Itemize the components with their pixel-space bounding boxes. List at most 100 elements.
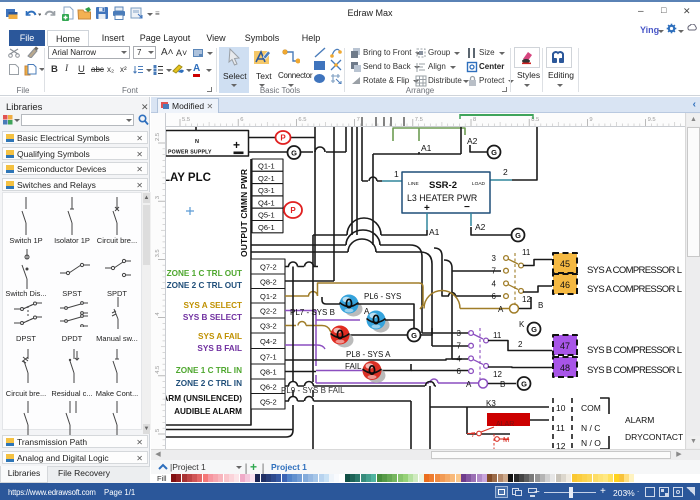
svg-text:11: 11 [522, 248, 531, 257]
svg-text:ARM (UNSILENCED): ARM (UNSILENCED) [166, 394, 242, 403]
svg-text:Q4-1: Q4-1 [258, 198, 275, 207]
svg-text:Q5-2: Q5-2 [260, 397, 277, 406]
svg-text:POWER SUPPLY: POWER SUPPLY [168, 150, 212, 156]
svg-text:8: 8 [473, 117, 476, 123]
svg-text:N / O: N / O [581, 438, 601, 448]
svg-text:LINE: LINE [408, 181, 419, 187]
svg-text:G: G [521, 380, 527, 389]
svg-text:Q3-1: Q3-1 [258, 186, 275, 195]
svg-text:DRYCONTACT: DRYCONTACT [625, 432, 683, 442]
svg-text:47: 47 [560, 341, 570, 351]
svg-text:G: G [411, 331, 417, 340]
svg-text:3: 3 [155, 196, 161, 199]
svg-text:7: 7 [357, 117, 360, 123]
svg-text:5: 5 [155, 429, 161, 432]
svg-text:SYS B COMPRESSOR L: SYS B COMPRESSOR L [587, 365, 682, 376]
svg-text:A1: A1 [429, 227, 440, 237]
svg-text:6: 6 [457, 367, 462, 376]
svg-text:ZONE 2 C TRL OUT: ZONE 2 C TRL OUT [167, 281, 242, 290]
svg-text:12: 12 [522, 295, 531, 304]
svg-text:4: 4 [492, 279, 497, 288]
svg-text:Q1-1: Q1-1 [258, 162, 275, 171]
svg-text:SYS A FAIL: SYS A FAIL [198, 332, 242, 341]
svg-text:7.5: 7.5 [415, 117, 423, 123]
svg-text:SYS A SELECT: SYS A SELECT [183, 301, 242, 310]
svg-text:−: − [464, 202, 470, 213]
svg-text:N: N [195, 139, 199, 145]
svg-text:SYS A COMPRESSOR L: SYS A COMPRESSOR L [587, 284, 682, 295]
svg-text:Q6-1: Q6-1 [258, 223, 275, 232]
svg-text:7: 7 [492, 267, 497, 276]
svg-text:G: G [291, 149, 297, 158]
svg-text:12: 12 [556, 441, 566, 449]
svg-text:SYS A COMPRESSOR L: SYS A COMPRESSOR L [587, 265, 682, 276]
svg-text:N / C: N / C [581, 423, 600, 433]
svg-text:PL6 - SYS: PL6 - SYS [364, 292, 401, 301]
svg-text:10: 10 [556, 403, 566, 413]
svg-text:Q2-1: Q2-1 [258, 174, 275, 183]
svg-text:LOAD: LOAD [472, 181, 486, 187]
svg-text:K: K [519, 320, 525, 329]
svg-text:Q8-1: Q8-1 [260, 368, 277, 377]
svg-text:7: 7 [457, 342, 462, 351]
svg-text:3: 3 [492, 254, 497, 263]
svg-text:11: 11 [493, 331, 502, 340]
svg-text:A: A [466, 380, 472, 389]
svg-text:6.5: 6.5 [298, 117, 306, 123]
svg-text:G: G [531, 325, 537, 334]
svg-text:4: 4 [457, 354, 462, 363]
svg-text:AUDIBLE ALARM: AUDIBLE ALARM [174, 407, 242, 416]
svg-text:A2: A2 [467, 136, 478, 146]
svg-text:G: G [515, 231, 521, 240]
svg-text:OUTPUT CMMN PWR: OUTPUT CMMN PWR [239, 169, 249, 257]
svg-text:11: 11 [556, 423, 565, 433]
svg-text:9: 9 [589, 117, 592, 123]
svg-text:5.5: 5.5 [182, 117, 190, 123]
svg-text:ALARM: ALARM [625, 415, 654, 425]
svg-text:6: 6 [240, 117, 243, 123]
svg-text:A1: A1 [421, 143, 432, 153]
svg-text:Q8-2: Q8-2 [260, 277, 277, 286]
svg-text:B: B [538, 301, 543, 310]
svg-text:+: + [233, 138, 240, 152]
svg-text:48: 48 [560, 363, 570, 373]
svg-text:Q2-2: Q2-2 [260, 307, 277, 316]
svg-text:LAY PLC: LAY PLC [166, 172, 211, 184]
svg-text:G: G [491, 148, 497, 157]
svg-text:P: P [280, 134, 286, 143]
svg-text:45: 45 [560, 259, 570, 269]
svg-text:+: + [424, 203, 430, 214]
svg-text:A: A [364, 307, 370, 316]
svg-text:4.5: 4.5 [155, 366, 161, 374]
svg-text:B: B [500, 380, 505, 389]
svg-text:SSR-2: SSR-2 [429, 180, 457, 191]
svg-text:K3: K3 [486, 399, 496, 408]
svg-text:PL8 - SYS A: PL8 - SYS A [346, 350, 391, 359]
svg-text:Q7-2: Q7-2 [260, 263, 277, 272]
svg-text:A: A [498, 305, 504, 314]
svg-text:Q7-1: Q7-1 [260, 352, 277, 361]
svg-text:Q6-2: Q6-2 [260, 382, 277, 391]
svg-text:6: 6 [492, 292, 497, 301]
svg-text:Q4-2: Q4-2 [260, 337, 277, 346]
svg-text:ALAR: ALAR [496, 421, 514, 428]
svg-text:46: 46 [560, 280, 570, 290]
svg-text:Q5-1: Q5-1 [258, 211, 275, 220]
svg-text:2: 2 [503, 167, 508, 177]
svg-text:COM: COM [581, 403, 601, 413]
svg-text:12: 12 [493, 370, 502, 379]
svg-text:2.5: 2.5 [155, 133, 161, 141]
svg-text:2: 2 [518, 340, 523, 349]
svg-text:Q3-2: Q3-2 [260, 322, 277, 331]
svg-text:A2: A2 [475, 222, 486, 232]
svg-text:ZONE 1 C TRL IN: ZONE 1 C TRL IN [176, 366, 242, 375]
svg-text:3.5: 3.5 [155, 249, 161, 257]
svg-text:Q1-2: Q1-2 [260, 292, 277, 301]
svg-text:ZONE 1 C TRL OUT: ZONE 1 C TRL OUT [167, 269, 242, 278]
svg-text:SYS B FAIL: SYS B FAIL [197, 344, 242, 353]
svg-text:4: 4 [155, 312, 161, 316]
svg-text:7: 7 [471, 430, 475, 439]
svg-text:PL9 - SYS B FAIL: PL9 - SYS B FAIL [281, 386, 345, 395]
svg-text:SYS B SELECT: SYS B SELECT [183, 313, 242, 322]
svg-text:M: M [503, 435, 509, 444]
